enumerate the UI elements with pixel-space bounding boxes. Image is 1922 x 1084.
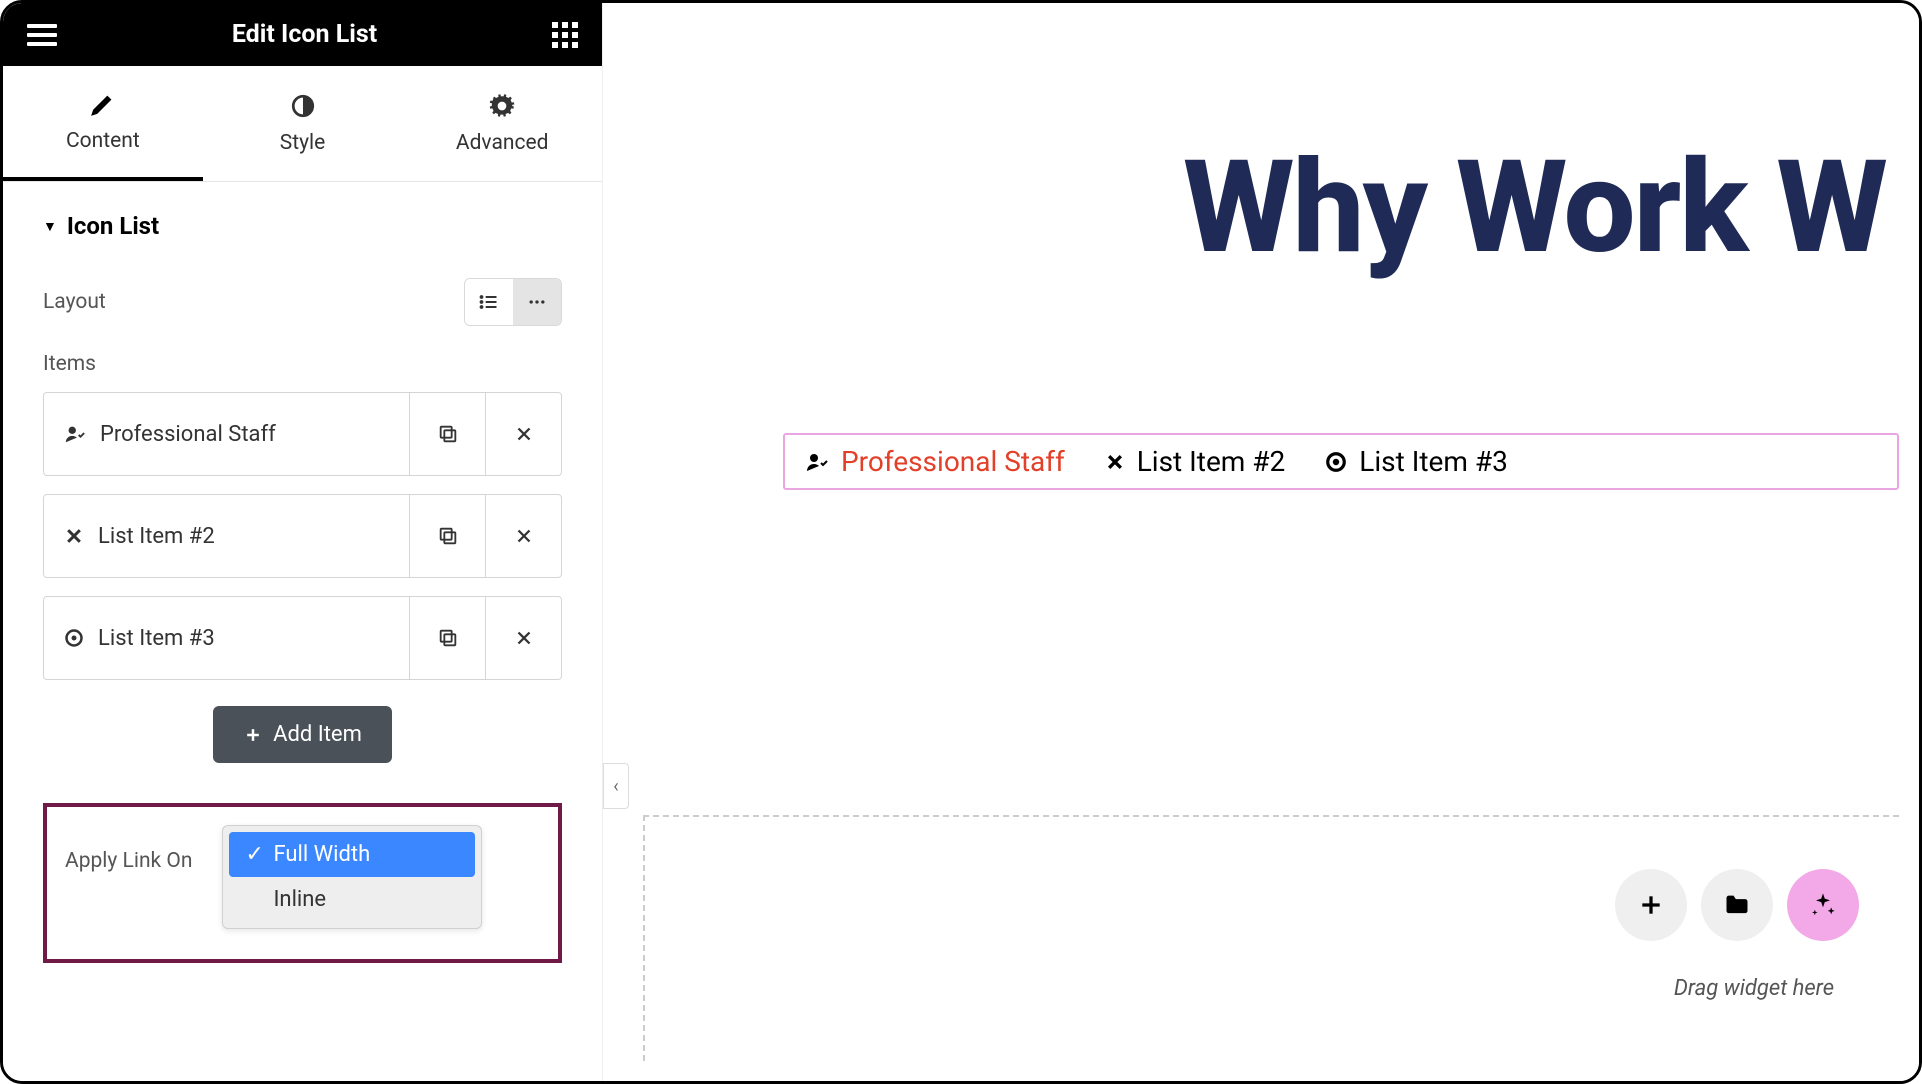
apps-grid-icon[interactable]	[552, 22, 578, 48]
duplicate-button[interactable]	[409, 597, 485, 679]
plus-icon	[243, 725, 263, 745]
tab-label: Style	[280, 131, 326, 155]
gear-icon	[489, 93, 515, 119]
item-label: List Item #2	[98, 524, 215, 549]
menu-icon[interactable]	[27, 24, 57, 46]
apply-link-label: Apply Link On	[65, 849, 192, 873]
option-label: Inline	[273, 887, 326, 912]
plus-icon	[1638, 892, 1664, 918]
collapse-sidebar-button[interactable]: ‹	[603, 763, 629, 809]
page-heading[interactable]: Why Work W	[1183, 133, 1919, 283]
delete-button[interactable]	[485, 495, 561, 577]
contrast-icon	[290, 93, 316, 119]
ai-button[interactable]	[1787, 869, 1859, 941]
tab-advanced[interactable]: Advanced	[402, 66, 602, 181]
preview-item-label: List Item #3	[1359, 445, 1508, 478]
add-item-label: Add Item	[273, 722, 362, 747]
preview-item[interactable]: Professional Staff	[805, 445, 1065, 478]
list-item: Professional Staff	[43, 392, 562, 476]
sparkle-icon	[1809, 891, 1837, 919]
caret-down-icon: ▼	[43, 218, 57, 235]
editor-sidebar: Edit Icon List Content Style Advanced	[3, 3, 603, 1081]
close-icon	[513, 627, 535, 649]
layout-inline-option[interactable]	[513, 279, 561, 325]
items-list: Professional Staff List Item #2	[43, 392, 562, 680]
item-handle[interactable]: Professional Staff	[44, 393, 409, 475]
dropdown-option-full-width[interactable]: ✓ Full Width	[229, 832, 475, 877]
add-item-button[interactable]: Add Item	[213, 706, 392, 763]
preview-item-label: List Item #2	[1137, 445, 1286, 478]
apply-link-on-control: Apply Link On ✓ Full Width Inline	[43, 803, 562, 963]
dropdown-option-inline[interactable]: Inline	[229, 877, 475, 922]
close-icon	[513, 423, 535, 445]
editor-topbar: Edit Icon List	[3, 3, 602, 66]
user-check-icon	[64, 423, 86, 445]
circle-dot-icon	[1325, 451, 1347, 473]
tab-label: Advanced	[456, 131, 549, 155]
editor-title: Edit Icon List	[57, 20, 552, 49]
option-label: Full Width	[273, 842, 370, 867]
item-label: Professional Staff	[100, 422, 276, 447]
preview-item[interactable]: List Item #3	[1325, 445, 1508, 478]
section-icon-list[interactable]: ▼ Icon List	[43, 212, 562, 240]
apply-link-dropdown[interactable]: ✓ Full Width Inline	[222, 825, 482, 929]
item-label: List Item #3	[98, 626, 215, 651]
layout-row: Layout	[43, 278, 562, 326]
preview-item-label: Professional Staff	[841, 445, 1065, 478]
tab-style[interactable]: Style	[203, 66, 403, 181]
duplicate-button[interactable]	[409, 393, 485, 475]
fab-group	[1615, 869, 1859, 941]
items-label: Items	[43, 352, 562, 376]
add-widget-button[interactable]	[1615, 869, 1687, 941]
copy-icon	[437, 627, 459, 649]
close-icon	[513, 525, 535, 547]
list-icon	[479, 292, 499, 312]
duplicate-button[interactable]	[409, 495, 485, 577]
delete-button[interactable]	[485, 393, 561, 475]
folder-icon	[1723, 891, 1751, 919]
layout-toggle	[464, 278, 562, 326]
editor-tabs: Content Style Advanced	[3, 66, 602, 182]
circle-dot-icon	[64, 628, 84, 648]
icon-list-widget[interactable]: Professional Staff List Item #2 List Ite…	[783, 433, 1899, 490]
list-item: List Item #3	[43, 596, 562, 680]
pencil-icon	[90, 91, 116, 117]
layout-list-option[interactable]	[465, 279, 513, 325]
x-icon	[1105, 452, 1125, 472]
delete-button[interactable]	[485, 597, 561, 679]
more-horizontal-icon	[527, 292, 547, 312]
tab-content[interactable]: Content	[3, 66, 203, 181]
preview-item[interactable]: List Item #2	[1105, 445, 1286, 478]
item-handle[interactable]: List Item #3	[44, 597, 409, 679]
folder-button[interactable]	[1701, 869, 1773, 941]
content-panel: ▼ Icon List Layout Items	[3, 182, 602, 993]
copy-icon	[437, 525, 459, 547]
list-item: List Item #2	[43, 494, 562, 578]
section-title: Icon List	[67, 212, 159, 240]
tab-label: Content	[66, 129, 140, 153]
dropdown-menu: ✓ Full Width Inline	[222, 825, 482, 929]
x-icon	[64, 526, 84, 546]
check-icon: ✓	[245, 842, 263, 867]
item-handle[interactable]: List Item #2	[44, 495, 409, 577]
drag-hint: Drag widget here	[1674, 976, 1834, 1001]
user-check-icon	[805, 450, 829, 474]
chevron-left-icon: ‹	[613, 776, 618, 797]
layout-label: Layout	[43, 290, 106, 314]
copy-icon	[437, 423, 459, 445]
